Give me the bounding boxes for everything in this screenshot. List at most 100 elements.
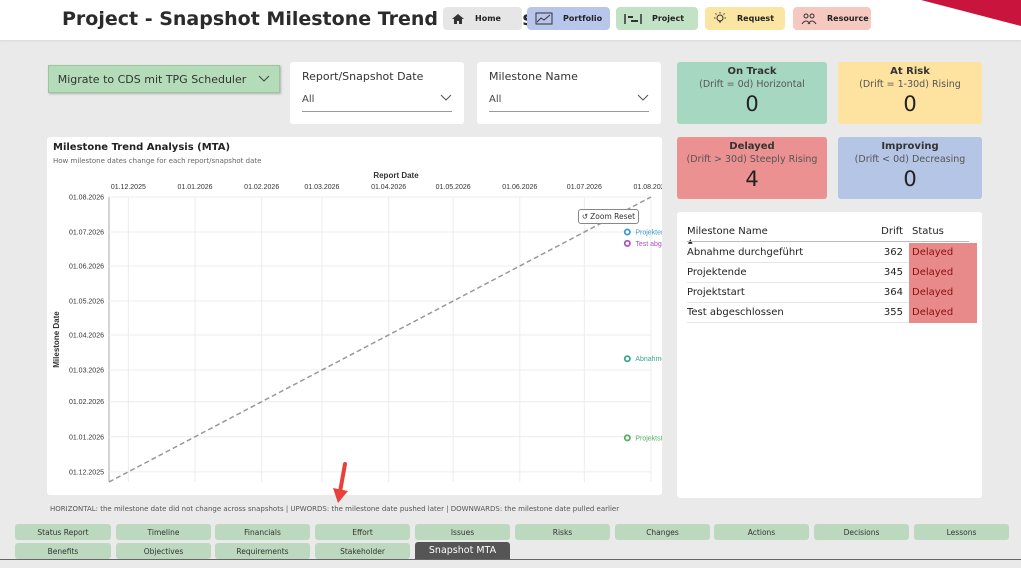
milestone-name-dropdown[interactable]: All bbox=[489, 94, 649, 112]
row-drift: 345 bbox=[883, 267, 903, 278]
tab-baseline bbox=[0, 559, 1021, 560]
portfolio-chart-icon bbox=[535, 12, 553, 25]
y-axis-label: Milestone Date bbox=[52, 311, 61, 368]
tab-snapshot-mta[interactable]: Snapshot MTA bbox=[415, 542, 510, 559]
migrate-cds-dropdown-button[interactable]: Migrate to CDS mit TPG Scheduler bbox=[48, 65, 280, 93]
chevron-down-icon bbox=[637, 94, 649, 101]
nav-home-label: Home bbox=[475, 14, 501, 23]
kpi-on-track-count: 0 bbox=[745, 92, 759, 116]
kpi-improving-card: Improving (Drift < 0d) Decreasing 0 bbox=[838, 137, 982, 199]
x-tick-label: 01.05.2026 bbox=[436, 184, 471, 191]
row-milestone-name: Abnahme durchgeführt bbox=[687, 247, 804, 258]
tab-lessons[interactable]: Lessons bbox=[914, 524, 1009, 540]
table-header: Milestone Name ▲ Drift Status bbox=[687, 222, 969, 245]
milestone-name-value: All bbox=[489, 94, 502, 105]
report-date-value: All bbox=[302, 94, 315, 105]
milestone-name-label: Milestone Name bbox=[489, 70, 578, 83]
nav-resource-button[interactable]: Resource bbox=[793, 7, 871, 30]
report-date-label: Report/Snapshot Date bbox=[302, 70, 424, 83]
tab-objectives[interactable]: Objectives bbox=[116, 543, 211, 559]
row-milestone-name: Test abgeschlossen bbox=[687, 307, 784, 318]
nav-home-button[interactable]: Home bbox=[443, 7, 522, 30]
x-tick-label: 01.12.2025 bbox=[111, 184, 146, 191]
row-milestone-name: Projektstart bbox=[687, 287, 745, 298]
milestone-point-label: Test abge bbox=[635, 241, 662, 248]
col-milestone-name[interactable]: Milestone Name bbox=[687, 222, 768, 242]
milestone-point[interactable] bbox=[623, 355, 631, 363]
tab-actions[interactable]: Actions bbox=[714, 524, 809, 540]
nav-request-label: Request bbox=[737, 14, 775, 23]
footer-legend-note: HORIZONTAL: the milestone date did not c… bbox=[50, 505, 620, 513]
annotation-arrow-icon bbox=[333, 462, 348, 503]
tab-decisions[interactable]: Decisions bbox=[814, 524, 909, 540]
kpi-delayed-subtitle: (Drift > 30d) Steeply Rising bbox=[686, 154, 818, 165]
tab-risks[interactable]: Risks bbox=[515, 524, 610, 540]
tab-effort[interactable]: Effort bbox=[315, 524, 410, 540]
col-drift[interactable]: Drift bbox=[875, 222, 903, 242]
y-tick-label: 01.12.2025 bbox=[69, 469, 104, 476]
y-tick-label: 01.05.2026 bbox=[69, 299, 104, 306]
row-drift: 364 bbox=[883, 287, 903, 298]
header-bar: Project - Snapshot Milestone Trend Analy… bbox=[0, 0, 1021, 40]
milestone-point-label: Projekter bbox=[635, 230, 662, 237]
milestone-point[interactable] bbox=[623, 228, 631, 236]
row-drift: 362 bbox=[883, 247, 903, 258]
zoom-reset-button[interactable]: ↺ Zoom Reset bbox=[578, 209, 639, 224]
zoom-reset-label: Zoom Reset bbox=[590, 212, 636, 221]
kpi-at-risk-subtitle: (Drift = 1-30d) Rising bbox=[859, 79, 961, 90]
tab-issues[interactable]: Issues bbox=[415, 524, 510, 540]
mta-chart: 01.12.2025 01.01.2026 01.02.2026 01.03.2026… bbox=[52, 171, 662, 483]
lightbulb-icon bbox=[714, 11, 726, 22]
kpi-at-risk-card: At Risk (Drift = 1-30d) Rising 0 bbox=[838, 62, 982, 124]
table-row[interactable]: Abnahme durchgeführt 362 Delayed bbox=[687, 243, 977, 263]
mta-chart-card: Milestone Trend Analysis (MTA) How miles… bbox=[47, 137, 662, 495]
brand-corner bbox=[921, 0, 1021, 26]
kpi-at-risk-title: At Risk bbox=[890, 66, 930, 77]
x-tick-label: 01.06.2026 bbox=[502, 184, 537, 191]
nav-request-button[interactable]: Request bbox=[705, 7, 785, 30]
x-tick-label: 01.02.2026 bbox=[244, 184, 279, 191]
tab-requirements[interactable]: Requirements bbox=[215, 543, 310, 559]
tab-stakeholder[interactable]: Stakeholder bbox=[315, 543, 410, 559]
report-date-slicer: Report/Snapshot Date All bbox=[290, 62, 464, 124]
tab-changes[interactable]: Changes bbox=[615, 524, 710, 540]
x-tick-label: 01.04.2026 bbox=[371, 184, 406, 191]
x-axis-label: Report Date bbox=[373, 171, 419, 180]
kpi-at-risk-count: 0 bbox=[903, 92, 917, 116]
kpi-on-track-title: On Track bbox=[727, 66, 777, 77]
kpi-delayed-title: Delayed bbox=[729, 141, 775, 152]
people-icon bbox=[801, 13, 817, 25]
kpi-on-track-card: On Track (Drift = 0d) Horizontal 0 bbox=[677, 62, 827, 124]
tab-financials[interactable]: Financials bbox=[215, 524, 310, 540]
nav-portfolio-label: Portfolio bbox=[563, 14, 603, 23]
report-date-dropdown[interactable]: All bbox=[302, 94, 452, 112]
table-row[interactable]: Projektende 345 Delayed bbox=[687, 263, 977, 283]
col-status[interactable]: Status bbox=[912, 222, 944, 242]
nav-project-button[interactable]: Project bbox=[616, 7, 698, 30]
milestone-point-label: Projektst bbox=[635, 435, 662, 442]
migrate-cds-label: Migrate to CDS mit TPG Scheduler bbox=[57, 72, 247, 86]
nav-portfolio-button[interactable]: Portfolio bbox=[527, 7, 610, 30]
y-tick-label: 01.07.2026 bbox=[69, 230, 104, 237]
x-tick-label: 01.07.2026 bbox=[567, 184, 602, 191]
nav-resource-label: Resource bbox=[827, 14, 869, 23]
milestone-table-card: Milestone Name ▲ Drift Status Abnahme du… bbox=[677, 212, 982, 498]
kpi-improving-title: Improving bbox=[881, 141, 939, 152]
chevron-down-icon bbox=[258, 75, 270, 82]
y-tick-label: 01.04.2026 bbox=[69, 332, 104, 339]
tab-timeline[interactable]: Timeline bbox=[116, 524, 211, 540]
kpi-delayed-count: 4 bbox=[745, 167, 759, 191]
tab-status-report[interactable]: Status Report bbox=[15, 524, 111, 540]
table-row[interactable]: Test abgeschlossen 355 Delayed bbox=[687, 303, 977, 323]
tab-benefits[interactable]: Benefits bbox=[15, 543, 111, 559]
row-status-badge: Delayed bbox=[909, 283, 977, 303]
row-status-badge: Delayed bbox=[909, 303, 977, 323]
y-tick-label: 01.08.2026 bbox=[69, 195, 104, 202]
row-status-badge: Delayed bbox=[909, 263, 977, 283]
y-tick-label: 01.03.2026 bbox=[69, 368, 104, 375]
kpi-delayed-card: Delayed (Drift > 30d) Steeply Rising 4 bbox=[677, 137, 827, 199]
y-tick-label: 01.06.2026 bbox=[69, 263, 104, 270]
milestone-point[interactable] bbox=[623, 239, 631, 247]
milestone-point[interactable] bbox=[623, 434, 631, 442]
table-row[interactable]: Projektstart 364 Delayed bbox=[687, 283, 977, 303]
